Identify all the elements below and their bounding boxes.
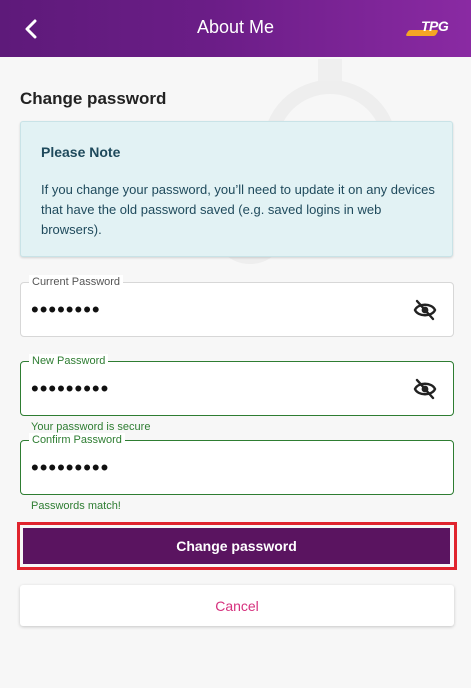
new-password-helper: Your password is secure	[31, 421, 151, 433]
eye-off-icon	[413, 378, 437, 400]
confirm-password-value[interactable]: •••••••••	[31, 457, 109, 479]
confirm-password-field[interactable]: Confirm Password •••••••••	[20, 433, 454, 495]
section-title: Change password	[20, 89, 167, 108]
current-password-field[interactable]: Current Password ••••••••	[20, 275, 454, 337]
tpg-logo: TPG	[405, 18, 455, 40]
toggle-visibility-new-button[interactable]	[413, 378, 437, 400]
confirm-password-label: Confirm Password	[29, 433, 125, 447]
toggle-visibility-current-button[interactable]	[413, 299, 437, 321]
note-title: Please Note	[41, 144, 121, 160]
info-note: Please Note If you change your password,…	[20, 121, 453, 257]
page-title: About Me	[196, 17, 275, 37]
current-password-label: Current Password	[29, 275, 124, 289]
new-password-label: New Password	[29, 354, 109, 368]
eye-off-icon	[413, 299, 437, 321]
note-text: If you change your password, you’ll need…	[41, 182, 435, 237]
new-password-value[interactable]: •••••••••	[31, 378, 109, 400]
new-password-field[interactable]: New Password •••••••••	[20, 354, 454, 416]
current-password-value[interactable]: ••••••••	[31, 299, 101, 321]
confirm-password-helper: Passwords match!	[31, 500, 121, 512]
change-password-button[interactable]: Change password	[23, 528, 450, 564]
app-header: About Me TPG	[0, 0, 471, 57]
cancel-button[interactable]: Cancel	[20, 585, 454, 626]
